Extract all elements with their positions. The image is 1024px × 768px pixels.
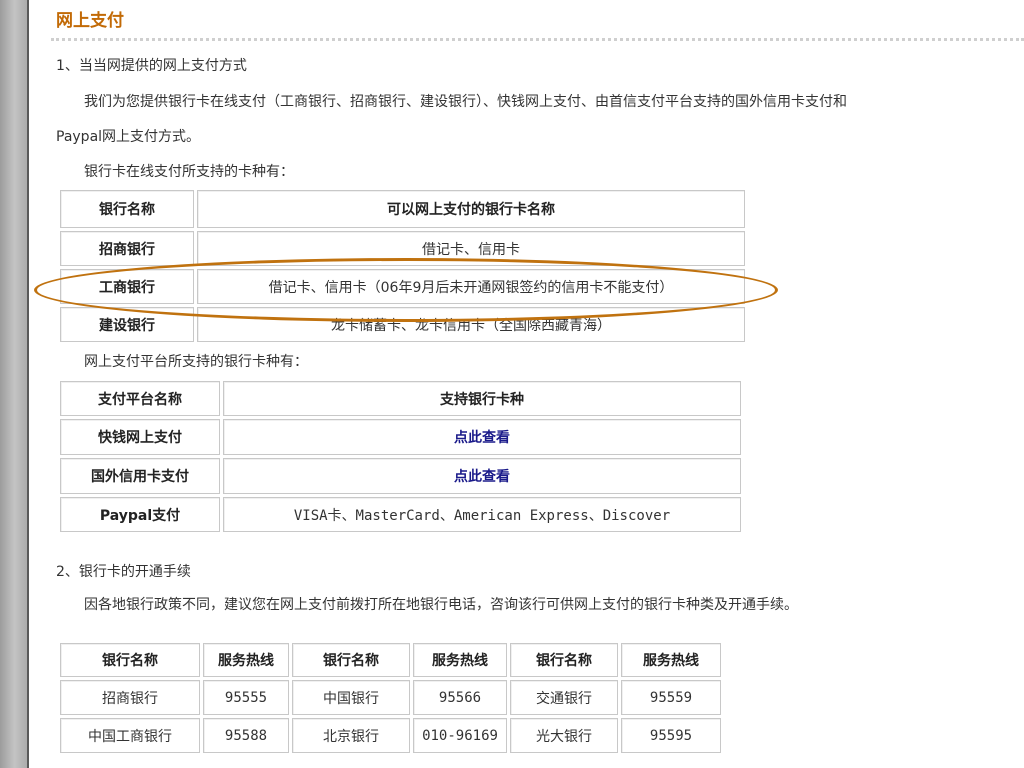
hotline-cell: 95595 xyxy=(621,718,721,753)
section2-heading: 2、银行卡的开通手续 xyxy=(56,564,191,580)
bank-name-cell: 交通银行 xyxy=(510,680,618,715)
bank-name-cell: 建设银行 xyxy=(60,307,194,342)
table-row: Paypal支付 VISA卡、MasterCard、American Expre… xyxy=(60,497,741,532)
hotline-cell: 95555 xyxy=(203,680,289,715)
bank-name-cell: 中国银行 xyxy=(292,680,410,715)
table-row: 工商银行 借记卡、信用卡（06年9月后未开通网银签约的信用卡不能支付） xyxy=(60,269,745,304)
bank-name-cell: 中国工商银行 xyxy=(60,718,200,753)
platform-name-cell: 快钱网上支付 xyxy=(60,419,220,455)
view-cards-link[interactable]: 点此查看 xyxy=(223,458,741,494)
table-header-row: 银行名称 可以网上支付的银行卡名称 xyxy=(60,190,745,228)
page-title: 网上支付 xyxy=(56,11,124,31)
table-header-cell: 银行名称 xyxy=(60,190,194,228)
intro-line-1: 我们为您提供银行卡在线支付（工商银行、招商银行、建设银行）、快钱网上支付、由首信… xyxy=(84,94,847,110)
bank-name-cell: 工商银行 xyxy=(60,269,194,304)
table-row: 快钱网上支付 点此查看 xyxy=(60,419,741,455)
section1-heading: 1、当当网提供的网上支付方式 xyxy=(56,58,247,74)
payment-platform-table: 支付平台名称 支持银行卡种 快钱网上支付 点此查看 国外信用卡支付 点此查看 P… xyxy=(57,378,744,535)
table-header-cell: 支付平台名称 xyxy=(60,381,220,416)
platform-name-cell: Paypal支付 xyxy=(60,497,220,532)
view-cards-link[interactable]: 点此查看 xyxy=(223,419,741,455)
card-types-cell: 借记卡、信用卡 xyxy=(197,231,745,266)
hotline-cell: 95566 xyxy=(413,680,507,715)
bank-cards-caption: 银行卡在线支付所支持的卡种有： xyxy=(84,164,294,180)
title-divider xyxy=(51,38,1024,41)
table-header-cell: 可以网上支付的银行卡名称 xyxy=(197,190,745,228)
card-types-cell: 龙卡储蓄卡、龙卡信用卡（全国除西藏青海） xyxy=(197,307,745,342)
bank-card-table: 银行名称 可以网上支付的银行卡名称 招商银行 借记卡、信用卡 工商银行 借记卡、… xyxy=(57,187,748,345)
platform-name-cell: 国外信用卡支付 xyxy=(60,458,220,494)
table-header-cell: 服务热线 xyxy=(203,643,289,677)
table-row: 招商银行 借记卡、信用卡 xyxy=(60,231,745,266)
bank-name-cell: 招商银行 xyxy=(60,680,200,715)
table-row: 招商银行 95555 中国银行 95566 交通银行 95559 xyxy=(60,680,721,715)
card-types-cell: 借记卡、信用卡（06年9月后未开通网银签约的信用卡不能支付） xyxy=(197,269,745,304)
section2-text: 因各地银行政策不同，建议您在网上支付前拨打所在地银行电话，咨询该行可供网上支付的… xyxy=(84,597,798,613)
left-window-frame xyxy=(0,0,29,768)
table-row: 中国工商银行 95588 北京银行 010-96169 光大银行 95595 xyxy=(60,718,721,753)
table-row: 国外信用卡支付 点此查看 xyxy=(60,458,741,494)
table-header-row: 支付平台名称 支持银行卡种 xyxy=(60,381,741,416)
table-header-cell: 银行名称 xyxy=(510,643,618,677)
hotline-cell: 95559 xyxy=(621,680,721,715)
intro-line-2: Paypal网上支付方式。 xyxy=(56,129,201,145)
page-content: 网上支付 1、当当网提供的网上支付方式 我们为您提供银行卡在线支付（工商银行、招… xyxy=(29,0,1024,768)
table-row: 建设银行 龙卡储蓄卡、龙卡信用卡（全国除西藏青海） xyxy=(60,307,745,342)
supported-cards-cell: VISA卡、MasterCard、American Express、Discov… xyxy=(223,497,741,532)
bank-name-cell: 北京银行 xyxy=(292,718,410,753)
hotline-cell: 010-96169 xyxy=(413,718,507,753)
table-header-cell: 支持银行卡种 xyxy=(223,381,741,416)
hotline-cell: 95588 xyxy=(203,718,289,753)
bank-name-cell: 招商银行 xyxy=(60,231,194,266)
table-header-cell: 服务热线 xyxy=(621,643,721,677)
table-header-cell: 服务热线 xyxy=(413,643,507,677)
bank-name-cell: 光大银行 xyxy=(510,718,618,753)
bank-hotline-table: 银行名称 服务热线 银行名称 服务热线 银行名称 服务热线 招商银行 95555… xyxy=(57,640,724,756)
table-header-cell: 银行名称 xyxy=(292,643,410,677)
table-header-row: 银行名称 服务热线 银行名称 服务热线 银行名称 服务热线 xyxy=(60,643,721,677)
table-header-cell: 银行名称 xyxy=(60,643,200,677)
platform-cards-caption: 网上支付平台所支持的银行卡种有： xyxy=(84,354,308,370)
